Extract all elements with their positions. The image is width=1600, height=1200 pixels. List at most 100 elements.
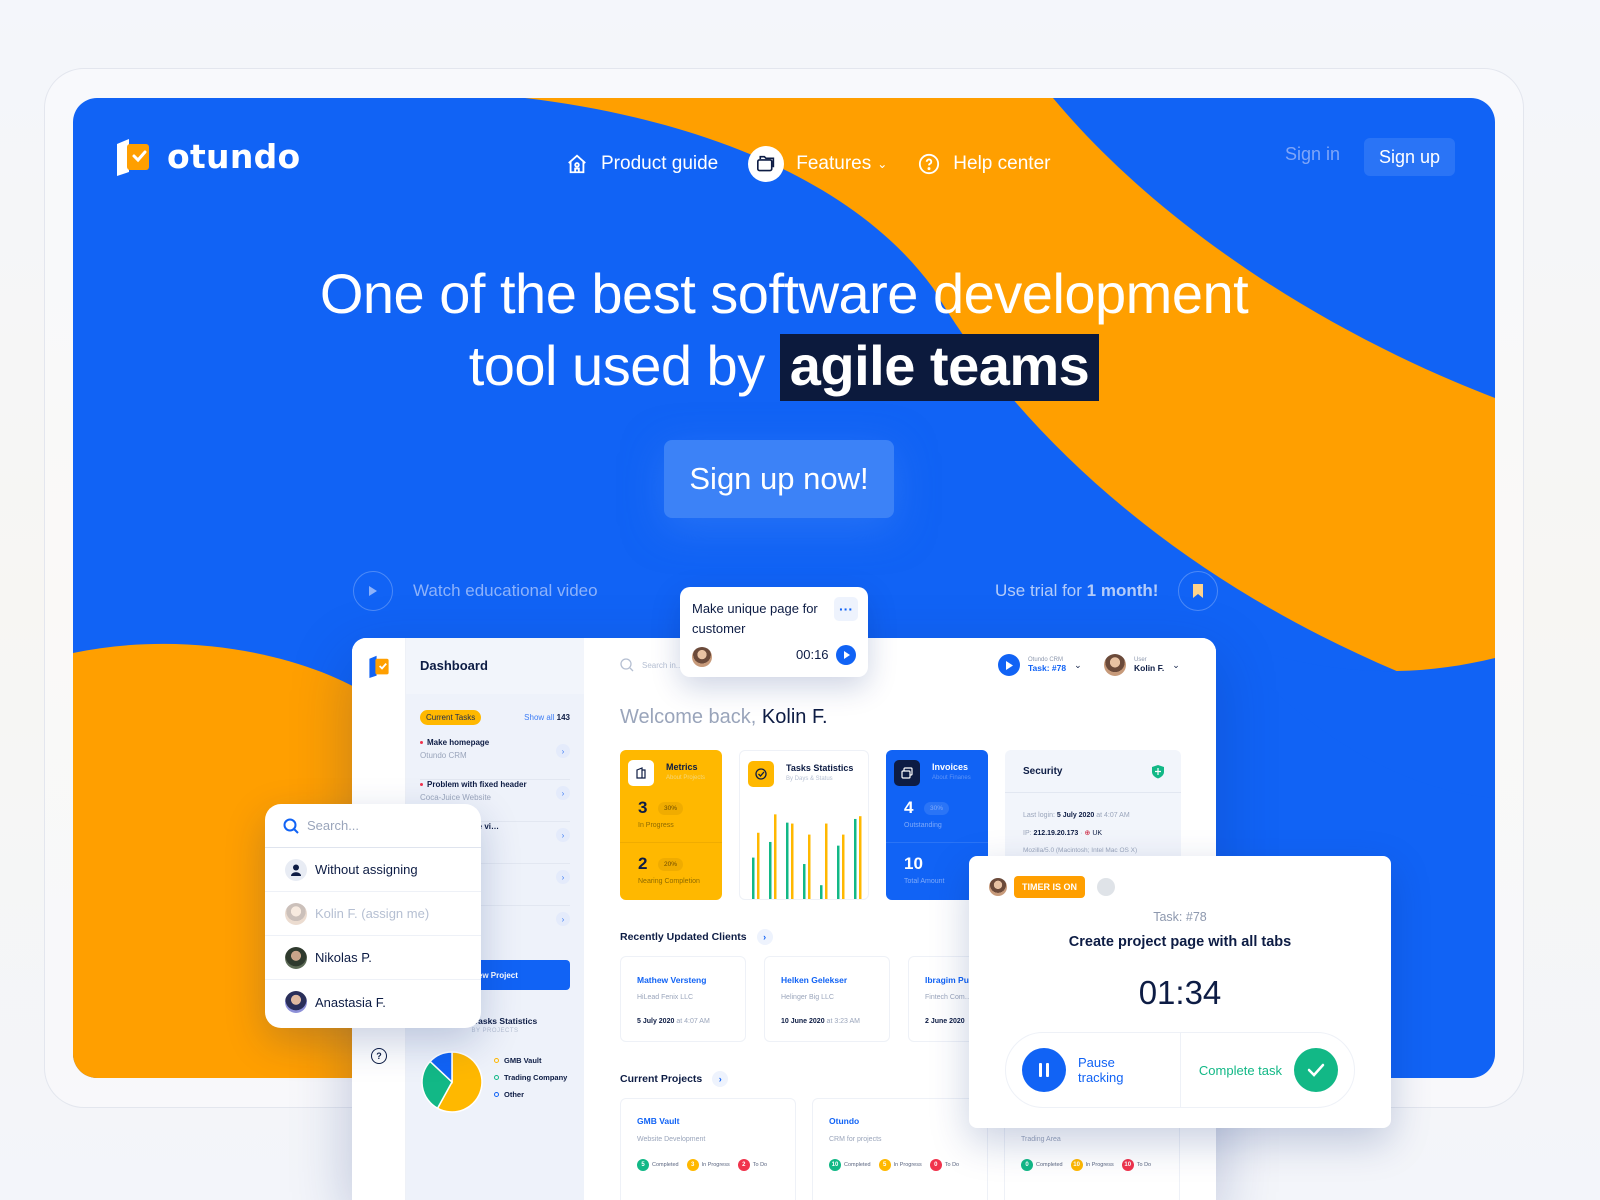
sign-in-link[interactable]: Sign in <box>1285 144 1340 165</box>
current-tasks-badge: Current Tasks <box>420 710 482 725</box>
project-card[interactable]: Otundo CRM for projects 10 Completed 5 In Pr… <box>812 1098 988 1200</box>
user-avatar <box>285 991 307 1013</box>
bar-yellow <box>859 816 862 899</box>
nav-label: Product guide <box>601 153 719 174</box>
user-avatar <box>989 878 1007 896</box>
task-name: Create project page with all tabs <box>1068 934 1292 950</box>
nav-product-guide[interactable]: Product guide <box>565 152 718 176</box>
folder-icon <box>748 146 785 182</box>
pause-tracking-button[interactable]: Pause tracking <box>1006 1033 1180 1107</box>
current-projects-heading[interactable]: Current Projects › <box>620 1071 729 1087</box>
bookmark-icon <box>1178 571 1219 611</box>
bar-yellow <box>757 832 760 899</box>
headline-line-2: tool used by agile teams <box>73 330 1495 402</box>
search-icon <box>283 818 299 834</box>
bar-yellow <box>825 823 828 899</box>
pie-subtitle: BY PROJECTS <box>471 1028 519 1034</box>
chevron-right-icon[interactable]: › <box>556 828 570 842</box>
chevron-right-icon[interactable]: › <box>556 912 570 926</box>
bar-yellow <box>808 834 811 899</box>
pie-legend: GMB Vault Trading Company Other <box>494 1056 567 1107</box>
bar-green <box>803 864 806 899</box>
metrics-card[interactable]: Metrics About Projects 3 30% In Progress… <box>620 750 722 900</box>
chevron-right-icon[interactable]: › <box>556 870 570 884</box>
welcome-text: Welcome back, Kolin F. <box>620 706 828 728</box>
timer-card: TIMER IS ON Task: #78 Create project pag… <box>969 856 1391 1128</box>
brand-name: otundo <box>167 136 301 176</box>
checkmark-icon <box>1294 1048 1338 1092</box>
user-avatar <box>1097 878 1115 896</box>
pause-icon <box>1022 1048 1066 1092</box>
legend-item: GMB Vault <box>494 1056 567 1065</box>
tasks-pie-chart <box>421 1051 483 1113</box>
task-title: Make unique page for customer <box>692 601 818 636</box>
headline-prefix: tool used by <box>468 334 765 397</box>
task-time: 00:16 <box>796 647 829 662</box>
assign-dropdown: Search... Without assigning Kolin F. (as… <box>265 804 481 1028</box>
client-card[interactable]: Helken Gelekser Helinger Big LLC 10 June 2… <box>764 956 890 1042</box>
recent-clients-heading[interactable]: Recently Updated Clients › <box>620 929 773 945</box>
watch-video-link[interactable]: Watch educational video <box>353 571 598 611</box>
trial-link[interactable]: Use trial for 1 month! <box>995 571 1219 611</box>
user-avatar <box>1104 654 1126 676</box>
user-agent: Mozilla/5.0 (Macintosh; Intel Mac OS X) <box>1023 847 1138 854</box>
brand-logo[interactable]: otundo <box>115 136 301 176</box>
nav-features[interactable]: Features ⌄ <box>748 146 887 182</box>
play-icon[interactable] <box>836 645 856 665</box>
tasks-bar-chart <box>752 814 862 899</box>
security-title: Security <box>1023 766 1063 777</box>
chevron-down-icon: ⌄ <box>1172 659 1180 670</box>
assign-option-self[interactable]: Kolin F. (assign me) <box>265 892 481 936</box>
play-icon <box>353 571 393 611</box>
assign-option-user[interactable]: Nikolas P. <box>265 936 481 980</box>
show-all-link[interactable]: Show all 143 <box>524 713 570 722</box>
dashboard-search[interactable]: Search in... <box>620 658 682 672</box>
bar-green <box>752 857 755 899</box>
user-icon <box>285 858 307 881</box>
task-number: Task: #78 <box>1153 910 1207 924</box>
timer-status-badge: TIMER IS ON <box>1014 876 1086 898</box>
headline-line-1: One of the best software development <box>319 262 1249 325</box>
complete-task-button[interactable]: Complete task <box>1179 1033 1355 1107</box>
shield-icon <box>1151 764 1165 784</box>
chevron-right-icon[interactable]: › <box>556 744 570 758</box>
header-task-timer[interactable]: Otundo CRM Task: #78 ⌄ <box>998 654 1082 676</box>
user-avatar <box>285 902 307 925</box>
bar-green <box>854 818 857 899</box>
help-icon[interactable]: ? <box>371 1048 387 1064</box>
play-icon[interactable] <box>998 654 1020 676</box>
uk-flag-icon: ⊕ <box>1084 830 1091 837</box>
dashboard-title: Dashboard <box>420 658 488 673</box>
assign-option-user[interactable]: Anastasia F. <box>265 980 481 1024</box>
home-icon <box>565 152 589 176</box>
user-menu[interactable]: User Kolin F. ⌄ <box>1104 654 1180 676</box>
hero-headline: One of the best software development too… <box>73 258 1495 402</box>
bar-green <box>820 885 823 899</box>
chevron-right-icon: › <box>712 1071 729 1087</box>
sign-up-now-button[interactable]: Sign up now! <box>664 440 894 518</box>
sign-up-button[interactable]: Sign up <box>1364 138 1455 176</box>
client-card[interactable]: Mathew Versteng HiLead Fenix LLC 5 July 20… <box>620 956 746 1042</box>
floating-task-card[interactable]: Make unique page for customer ··· 00:16 <box>680 587 868 677</box>
chevron-right-icon[interactable]: › <box>556 786 570 800</box>
tasks-statistics-card[interactable]: Tasks Statistics By Days & Status <box>739 750 869 900</box>
bar-yellow <box>774 814 777 899</box>
nav-help-center[interactable]: Help center <box>917 152 1050 176</box>
last-login: Last login: 5 July 2020 at 4:07 AM <box>1023 812 1130 819</box>
headline-highlight: agile teams <box>779 334 1100 401</box>
assignee-avatar <box>692 647 712 667</box>
complete-label: Complete task <box>1198 1062 1282 1078</box>
assign-option-none[interactable]: Without assigning <box>265 848 481 892</box>
chevron-right-icon: › <box>756 929 773 945</box>
invoice-icon <box>894 760 920 786</box>
bar-green <box>769 841 772 899</box>
assign-search-input[interactable]: Search... <box>265 804 481 848</box>
timer-actions: Pause tracking Complete task <box>1005 1032 1355 1108</box>
task-item[interactable]: Make homepage Otundo CRM › <box>420 738 570 780</box>
legend-item: Other <box>494 1090 567 1099</box>
main-nav: Product guide Features ⌄ Help center <box>565 146 1050 182</box>
more-options-icon[interactable]: ··· <box>834 597 858 621</box>
dashboard-logo-icon[interactable] <box>352 638 406 694</box>
question-circle-icon <box>917 152 941 176</box>
project-card[interactable]: GMB Vault Website Development 5 Completed 3… <box>620 1098 796 1200</box>
